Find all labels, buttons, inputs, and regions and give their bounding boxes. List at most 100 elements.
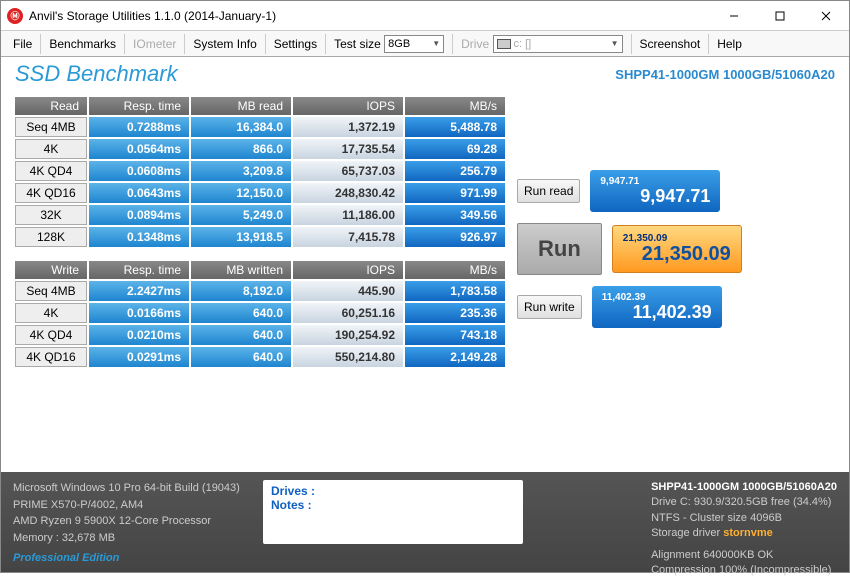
drv-model: SHPP41-1000GM 1000GB/51060A20 bbox=[651, 480, 837, 495]
notes-box[interactable]: Drives : Notes : bbox=[263, 480, 523, 544]
cell: 743.18 bbox=[405, 325, 505, 345]
read-score: 9,947.71 9,947.71 bbox=[590, 170, 720, 212]
cell: 60,251.16 bbox=[293, 303, 403, 323]
notes-label: Notes : bbox=[271, 498, 515, 512]
read-table: ReadResp. timeMB readIOPSMB/s Seq 4MB0.7… bbox=[13, 95, 507, 249]
run-button[interactable]: Run bbox=[517, 223, 602, 275]
cell: 0.0291ms bbox=[89, 347, 189, 367]
footer: Microsoft Windows 10 Pro 64-bit Build (1… bbox=[1, 472, 849, 572]
cell: 4K QD16 bbox=[15, 347, 87, 367]
cell: 0.0210ms bbox=[89, 325, 189, 345]
run-write-button[interactable]: Run write bbox=[517, 295, 582, 319]
edition-label: Professional Edition bbox=[13, 550, 243, 567]
drive-icon bbox=[497, 39, 511, 49]
drv-free: Drive C: 930.9/320.5GB free (34.4%) bbox=[651, 495, 837, 510]
titlebar: Ⓜ Anvil's Storage Utilities 1.1.0 (2014-… bbox=[1, 1, 849, 31]
table-row: 128K0.1348ms13,918.57,415.78926.97 bbox=[15, 227, 505, 247]
cell: 640.0 bbox=[191, 325, 291, 345]
window-title: Anvil's Storage Utilities 1.1.0 (2014-Ja… bbox=[29, 9, 711, 23]
cell: 128K bbox=[15, 227, 87, 247]
cell: 2.2427ms bbox=[89, 281, 189, 301]
read-score-big: 9,947.71 bbox=[640, 187, 710, 205]
col-header: MB written bbox=[191, 261, 291, 279]
total-score-big: 21,350.09 bbox=[642, 244, 731, 264]
system-info: Microsoft Windows 10 Pro 64-bit Build (1… bbox=[13, 480, 243, 564]
cell: 550,214.80 bbox=[293, 347, 403, 367]
drive-group: Drive c: [] ▼ bbox=[453, 34, 631, 54]
cell: 1,783.58 bbox=[405, 281, 505, 301]
run-read-button[interactable]: Run read bbox=[517, 179, 580, 203]
cell: 0.0564ms bbox=[89, 139, 189, 159]
cell: 640.0 bbox=[191, 303, 291, 323]
cell: 16,384.0 bbox=[191, 117, 291, 137]
cell: 65,737.03 bbox=[293, 161, 403, 181]
page-title: SSD Benchmark bbox=[15, 61, 178, 87]
cell: 926.97 bbox=[405, 227, 505, 247]
cell: 0.7288ms bbox=[89, 117, 189, 137]
cell: 0.0166ms bbox=[89, 303, 189, 323]
cell: 0.0608ms bbox=[89, 161, 189, 181]
cell: 4K QD4 bbox=[15, 161, 87, 181]
cell: 4K QD16 bbox=[15, 183, 87, 203]
menu-settings[interactable]: Settings bbox=[266, 34, 326, 54]
menu-file[interactable]: File bbox=[5, 34, 41, 54]
drive-value: c: [] bbox=[514, 38, 532, 50]
sys-mem: Memory : 32,678 MB bbox=[13, 530, 243, 547]
col-header: MB/s bbox=[405, 97, 505, 115]
col-header: Write bbox=[15, 261, 87, 279]
col-header: Resp. time bbox=[89, 261, 189, 279]
minimize-button[interactable] bbox=[711, 1, 757, 31]
table-row: 4K0.0166ms640.060,251.16235.36 bbox=[15, 303, 505, 323]
maximize-button[interactable] bbox=[757, 1, 803, 31]
menu-iometer[interactable]: IOmeter bbox=[125, 34, 185, 54]
col-header: MB/s bbox=[405, 261, 505, 279]
testsize-label: Test size bbox=[334, 37, 381, 51]
cell: 445.90 bbox=[293, 281, 403, 301]
content: ReadResp. timeMB readIOPSMB/s Seq 4MB0.7… bbox=[1, 95, 849, 379]
drive-label: Drive bbox=[461, 37, 489, 51]
write-score-big: 11,402.39 bbox=[633, 303, 712, 321]
table-row: 4K QD160.0291ms640.0550,214.802,149.28 bbox=[15, 347, 505, 367]
cell: Seq 4MB bbox=[15, 117, 87, 137]
cell: 32K bbox=[15, 205, 87, 225]
cell: 8,192.0 bbox=[191, 281, 291, 301]
cell: 5,488.78 bbox=[405, 117, 505, 137]
menu-systeminfo[interactable]: System Info bbox=[185, 34, 265, 54]
cell: 4K bbox=[15, 139, 87, 159]
menu-screenshot[interactable]: Screenshot bbox=[632, 34, 710, 54]
testsize-combo[interactable]: 8GB ▼ bbox=[384, 35, 444, 53]
write-table: WriteResp. timeMB writtenIOPSMB/s Seq 4M… bbox=[13, 259, 507, 369]
testsize-value: 8GB bbox=[388, 38, 410, 50]
cell: 5,249.0 bbox=[191, 205, 291, 225]
col-header: Read bbox=[15, 97, 87, 115]
sys-os: Microsoft Windows 10 Pro 64-bit Build (1… bbox=[13, 480, 243, 497]
cell: 190,254.92 bbox=[293, 325, 403, 345]
drive-info: SHPP41-1000GM 1000GB/51060A20 Drive C: 9… bbox=[651, 480, 837, 564]
cell: 7,415.78 bbox=[293, 227, 403, 247]
cell: 866.0 bbox=[191, 139, 291, 159]
cell: 3,209.8 bbox=[191, 161, 291, 181]
write-score: 11,402.39 11,402.39 bbox=[592, 286, 722, 328]
cell: 349.56 bbox=[405, 205, 505, 225]
table-row: 4K0.0564ms866.017,735.5469.28 bbox=[15, 139, 505, 159]
notes-panel: Drives : Notes : bbox=[263, 480, 523, 564]
cell: 971.99 bbox=[405, 183, 505, 203]
testsize-group: Test size 8GB ▼ bbox=[326, 34, 453, 54]
menu-help[interactable]: Help bbox=[709, 34, 750, 54]
col-header: Resp. time bbox=[89, 97, 189, 115]
drv-driver: Storage driver stornvme bbox=[651, 526, 837, 541]
menu-benchmarks[interactable]: Benchmarks bbox=[41, 34, 125, 54]
table-row: 4K QD40.0210ms640.0190,254.92743.18 bbox=[15, 325, 505, 345]
cell: 248,830.42 bbox=[293, 183, 403, 203]
menubar: File Benchmarks IOmeter System Info Sett… bbox=[1, 31, 849, 57]
close-button[interactable] bbox=[803, 1, 849, 31]
cell: 0.0643ms bbox=[89, 183, 189, 203]
cell: 2,149.28 bbox=[405, 347, 505, 367]
table-row: 4K QD40.0608ms3,209.865,737.03256.79 bbox=[15, 161, 505, 181]
table-row: 32K0.0894ms5,249.011,186.00349.56 bbox=[15, 205, 505, 225]
drive-combo[interactable]: c: [] ▼ bbox=[493, 35, 623, 53]
read-score-small: 9,947.71 bbox=[600, 177, 639, 187]
col-header: IOPS bbox=[293, 97, 403, 115]
cell: 69.28 bbox=[405, 139, 505, 159]
cell: 11,186.00 bbox=[293, 205, 403, 225]
